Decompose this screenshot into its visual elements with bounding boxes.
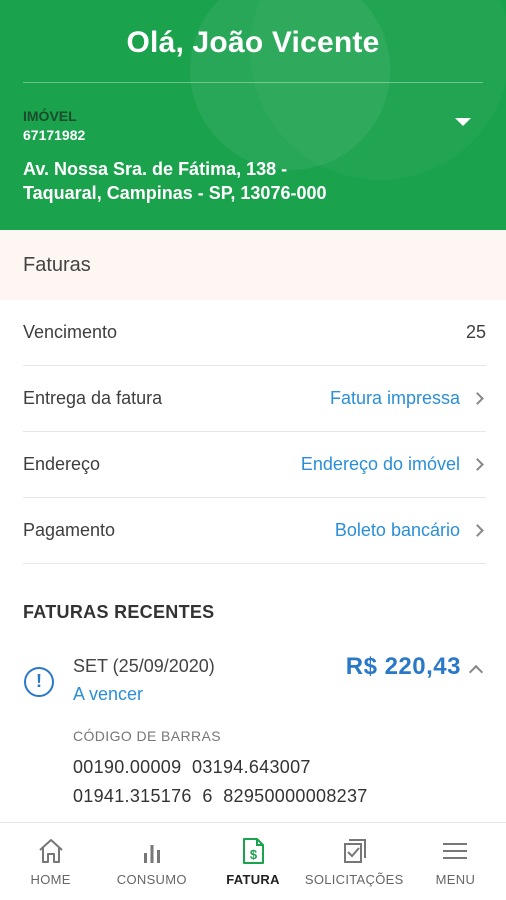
checklist-icon	[344, 839, 367, 863]
collapse-invoice-button[interactable]	[466, 660, 488, 680]
bar-chart-icon	[143, 845, 160, 863]
bottom-navigation: HOME CONSUMO $ FATURA SOLICITAÇÕES MENU	[0, 822, 506, 900]
property-label: IMÓVEL	[23, 108, 77, 124]
nav-fatura[interactable]: $ FATURA	[202, 823, 303, 900]
nav-menu-label: MENU	[435, 872, 476, 887]
nav-consumo-label: CONSUMO	[116, 872, 187, 887]
property-id: 67171982	[23, 127, 86, 143]
address-label: Endereço	[23, 454, 101, 474]
nav-fatura-label: FATURA	[226, 872, 280, 887]
invoice-status: A vencer	[73, 684, 144, 704]
recent-invoices-title: FATURAS RECENTES	[23, 602, 215, 622]
payment-row[interactable]: Pagamento Boleto bancário	[23, 498, 486, 564]
invoice-delivery-label: Entrega da fatura	[23, 388, 163, 408]
address-line-2: Taquaral, Campinas - SP, 13076-000	[23, 183, 327, 203]
nav-home[interactable]: HOME	[0, 823, 101, 900]
invoice-dollar-icon: $	[243, 838, 264, 864]
due-date-label: Vencimento	[23, 322, 118, 342]
payment-value: Boleto bancário	[334, 520, 460, 540]
caret-down-icon	[455, 118, 471, 126]
nav-consumo[interactable]: CONSUMO	[101, 823, 202, 900]
invoice-delivery-value: Fatura impressa	[329, 388, 460, 408]
chevron-right-icon	[471, 524, 484, 537]
address-value: Endereço do imóvel	[300, 454, 460, 474]
payment-label: Pagamento	[23, 520, 116, 540]
address-row[interactable]: Endereço Endereço do imóvel	[23, 432, 486, 498]
address-link[interactable]: Endereço do imóvel	[301, 454, 486, 475]
chevron-right-icon	[471, 392, 484, 405]
svg-text:$: $	[250, 847, 258, 862]
nav-solicitacoes-label: SOLICITAÇÕES	[304, 872, 404, 887]
barcode-line-1[interactable]: 00190.00009 03194.643007	[73, 757, 311, 778]
greeting-title: Olá, João Vicente	[126, 26, 380, 59]
hamburger-icon	[443, 843, 468, 859]
barcode-line-2[interactable]: 01941.315176 6 82950000008237	[73, 786, 368, 807]
header-divider	[23, 82, 483, 83]
chevron-right-icon	[471, 458, 484, 471]
chevron-up-icon	[468, 664, 484, 680]
due-date-row: Vencimento 25	[23, 300, 486, 366]
invoice-delivery-link[interactable]: Fatura impressa	[330, 388, 486, 409]
nav-home-label: HOME	[30, 872, 71, 887]
property-selector-button[interactable]	[446, 108, 480, 136]
alert-circle-icon: !	[24, 667, 54, 697]
invoice-month: SET (25/09/2020)	[73, 656, 215, 676]
invoice-delivery-row[interactable]: Entrega da fatura Fatura impressa	[23, 366, 486, 432]
due-date-value: 25	[465, 322, 486, 342]
faturas-section-title: Faturas	[23, 254, 91, 276]
nav-menu[interactable]: MENU	[405, 823, 506, 900]
invoice-amount: R$ 220,43	[345, 653, 461, 680]
barcode-label: CÓDIGO DE BARRAS	[73, 728, 221, 744]
account-header: Olá, João Vicente IMÓVEL 67171982 Av. No…	[0, 0, 506, 230]
nav-solicitacoes[interactable]: SOLICITAÇÕES	[304, 823, 405, 900]
payment-link[interactable]: Boleto bancário	[335, 520, 486, 541]
address-line-1: Av. Nossa Sra. de Fátima, 138 -	[23, 159, 288, 179]
property-address: Av. Nossa Sra. de Fátima, 138 - Taquaral…	[23, 157, 443, 205]
home-icon	[38, 839, 63, 863]
